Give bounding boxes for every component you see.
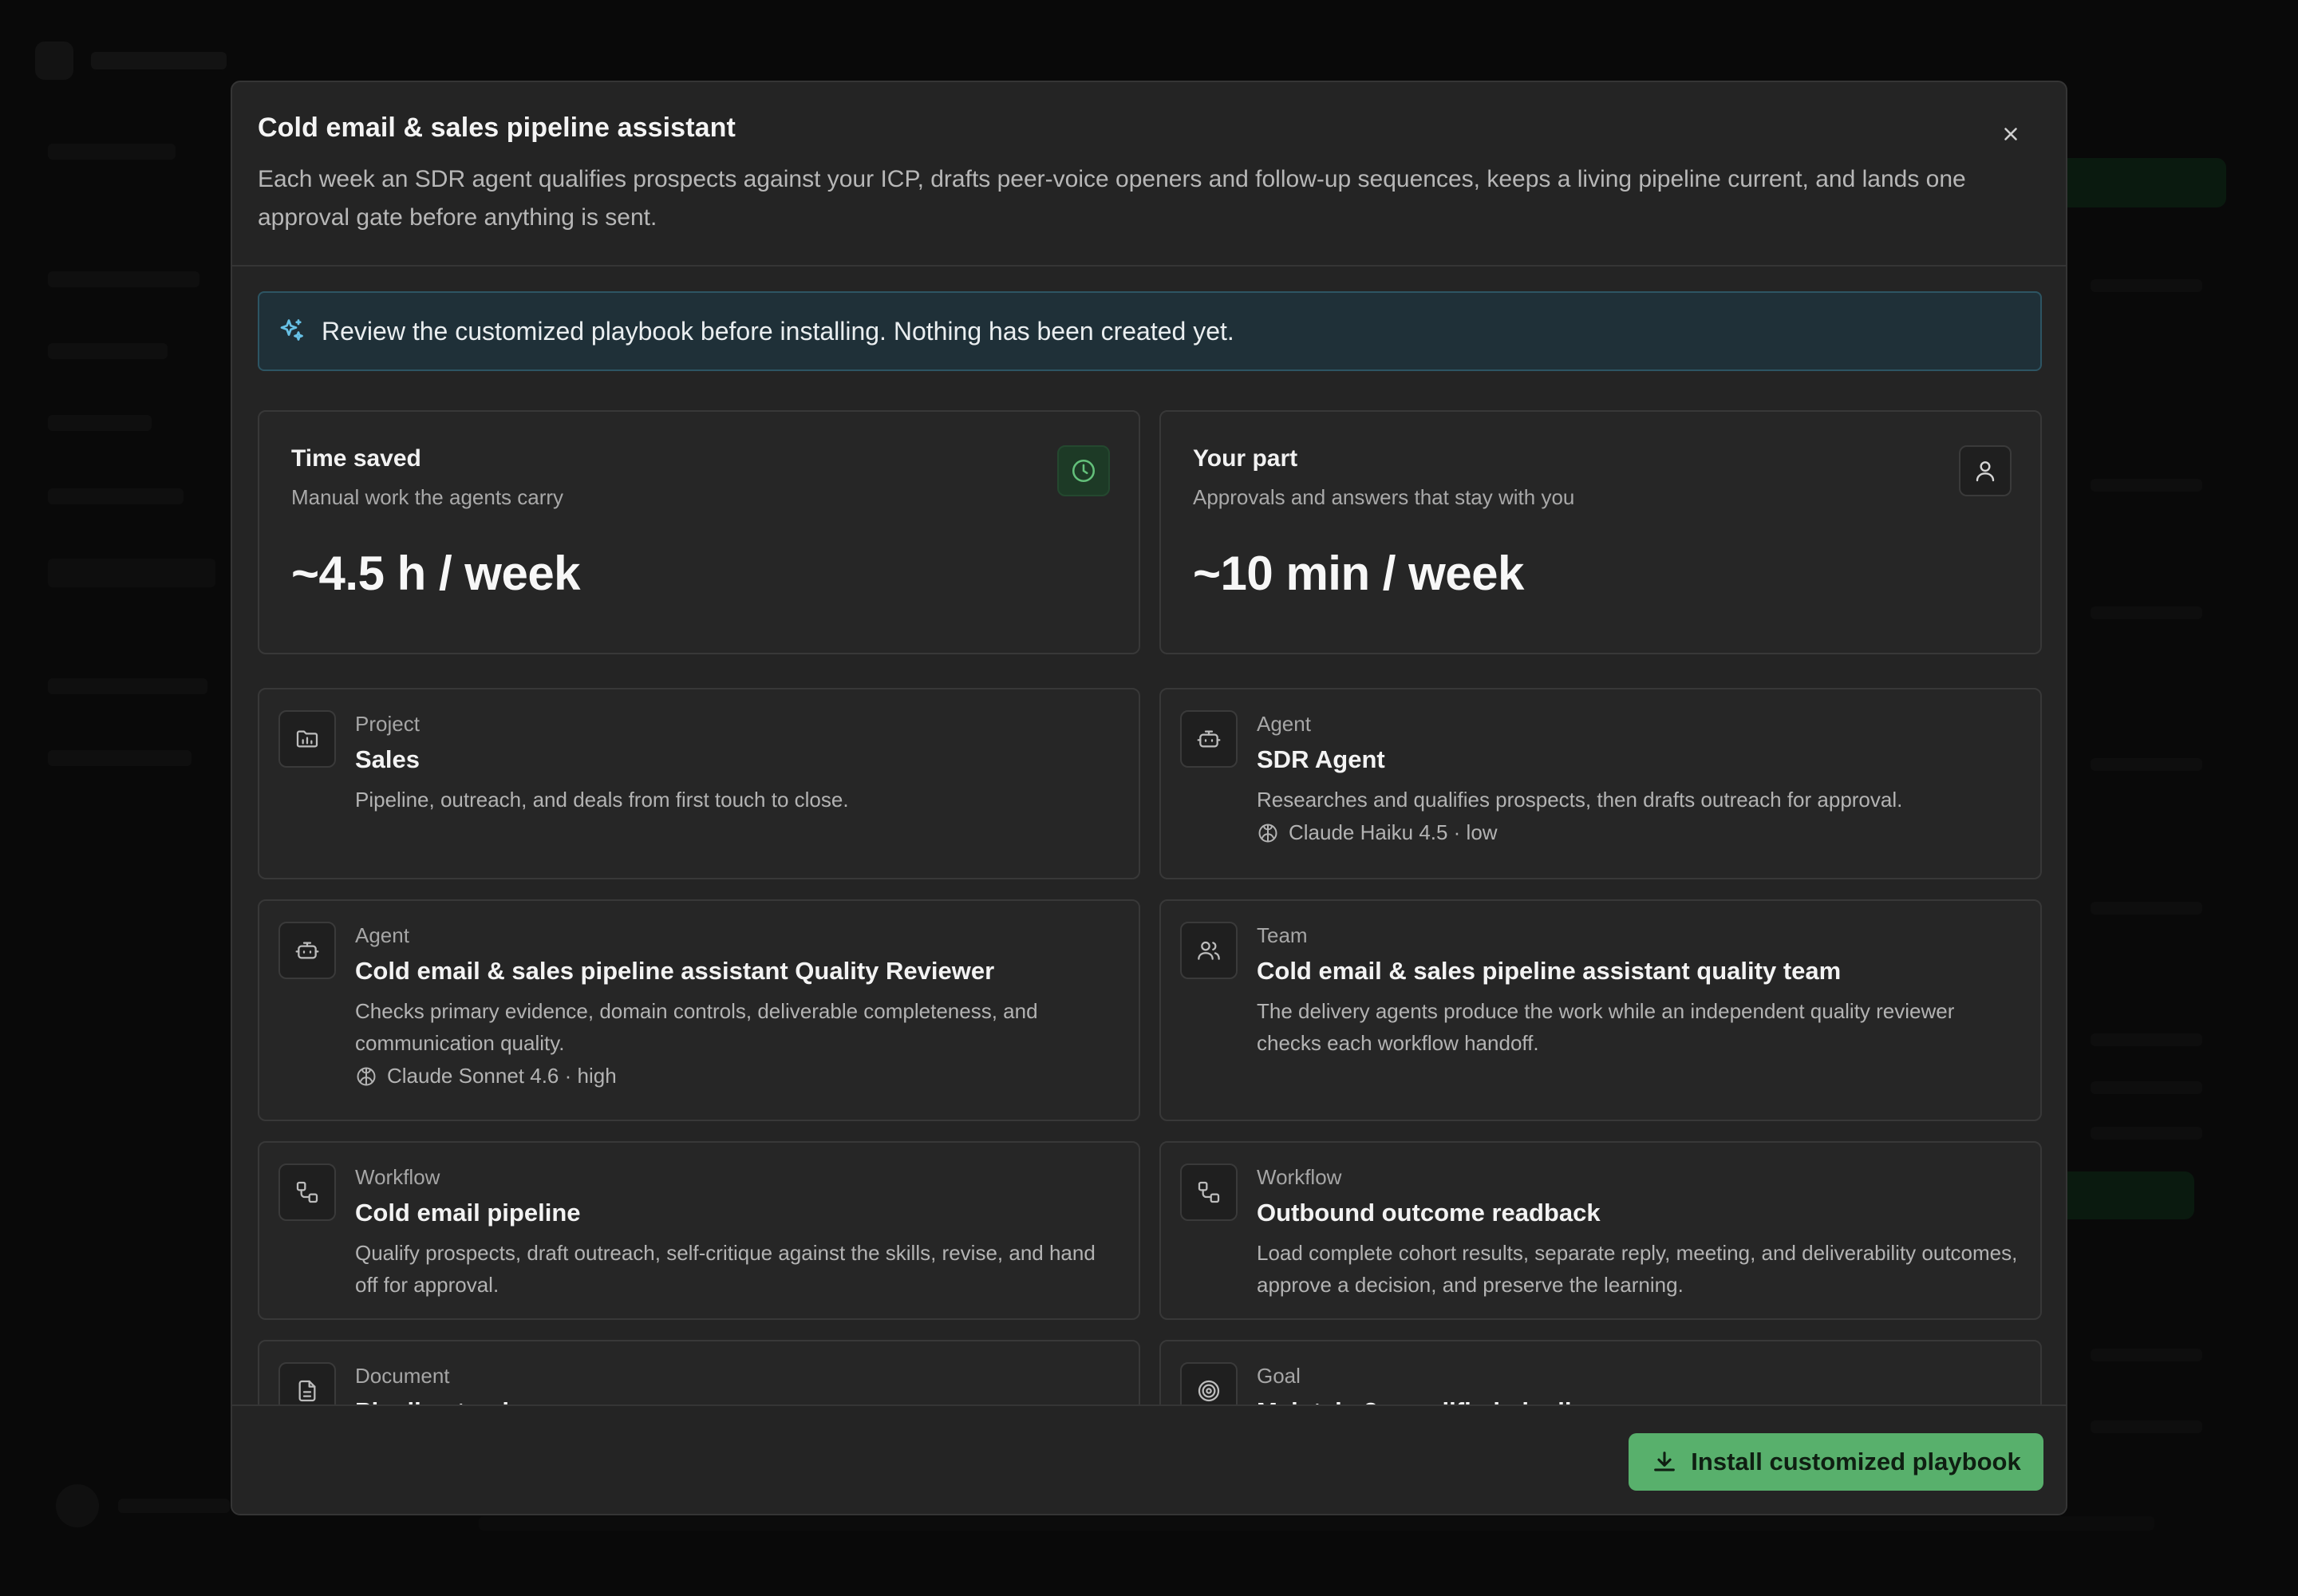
download-icon [1654, 1452, 1676, 1472]
item-icon-box [1180, 1163, 1238, 1221]
item-icon-box [1180, 710, 1238, 768]
item-type: Workflow [355, 1165, 440, 1189]
dialog-body[interactable]: Review the customized playbook before in… [232, 267, 2066, 1486]
item-name: Outbound outcome readback [1257, 1199, 1601, 1227]
time-saved-card: Time saved Manual work the agents carry … [258, 410, 1140, 654]
item-card-quality-reviewer: Agent Cold email & sales pipeline assist… [258, 899, 1140, 1121]
your-part-card: Your part Approvals and answers that sta… [1159, 410, 2042, 654]
item-name: Cold email pipeline [355, 1199, 581, 1227]
user-icon [1976, 461, 1995, 482]
item-icon-box [1180, 922, 1238, 979]
item-name: SDR Agent [1257, 745, 1385, 773]
item-type: Goal [1257, 1364, 1301, 1388]
stat-icon-box [1959, 445, 2012, 496]
item-icon-box [278, 1163, 336, 1221]
bot-icon [1197, 730, 1221, 748]
sparkles-icon [280, 319, 303, 341]
install-playbook-label: Install customized playbook [1691, 1448, 2021, 1476]
item-model-label: Claude Sonnet 4.6 · high [387, 1064, 617, 1088]
close-icon [2004, 128, 2017, 140]
dialog-description: Each week an SDR agent qualifies prospec… [258, 166, 1966, 231]
stat-subtitle: Manual work the agents carry [291, 485, 564, 509]
document-icon [298, 1380, 316, 1402]
item-type: Document [355, 1364, 450, 1388]
item-description: Checks primary evidence, domain controls… [355, 999, 1038, 1055]
stat-subtitle: Approvals and answers that stay with you [1193, 485, 1575, 509]
item-card-project: Project Sales Pipeline, outreach, and de… [258, 688, 1140, 879]
item-card-quality-team: Team Cold email & sales pipeline assista… [1159, 899, 2042, 1121]
item-description: Load complete cohort results, separate r… [1257, 1241, 2018, 1297]
item-icon-box [278, 922, 336, 979]
item-type: Agent [355, 923, 409, 947]
bot-icon [295, 942, 319, 959]
workflow-icon [1198, 1181, 1220, 1203]
folder-chart-icon [296, 730, 318, 748]
item-model: Claude Sonnet 4.6 · high [355, 1064, 617, 1088]
item-card-outbound-readback: Workflow Outbound outcome readback Load … [1159, 1141, 2042, 1320]
item-model-label: Claude Haiku 4.5 · low [1289, 820, 1498, 844]
close-button[interactable] [1992, 116, 2029, 152]
model-brain-icon [357, 1067, 376, 1085]
item-description: Qualify prospects, draft outreach, self-… [355, 1241, 1096, 1297]
review-notice: Review the customized playbook before in… [258, 291, 2042, 371]
stat-title: Your part [1193, 445, 1298, 472]
item-description: The delivery agents produce the work whi… [1257, 999, 1955, 1055]
dialog-footer: Install customized playbook [232, 1404, 2066, 1514]
dialog-title: Cold email & sales pipeline assistant [258, 113, 736, 143]
item-card-cold-email-pipeline: Workflow Cold email pipeline Qualify pro… [258, 1141, 1140, 1320]
stat-icon-box [1057, 445, 1110, 496]
stat-value: ~4.5 h / week [291, 547, 581, 600]
item-description: Researches and qualifies prospects, then… [1257, 788, 1903, 812]
item-type: Workflow [1257, 1165, 1342, 1189]
item-name: Cold email & sales pipeline assistant Qu… [355, 957, 995, 985]
item-type: Project [355, 712, 420, 736]
review-notice-text: Review the customized playbook before in… [322, 316, 1234, 346]
users-icon [1198, 941, 1220, 960]
item-card-sdr-agent: Agent SDR Agent Researches and qualifies… [1159, 688, 2042, 879]
item-type: Team [1257, 923, 1308, 947]
item-name: Cold email & sales pipeline assistant qu… [1257, 957, 1842, 985]
item-model: Claude Haiku 4.5 · low [1257, 820, 1498, 845]
install-playbook-button[interactable]: Install customized playbook [1629, 1433, 2043, 1491]
model-brain-icon [1258, 824, 1277, 842]
clock-icon [1072, 459, 1096, 483]
playbook-install-dialog: Cold email & sales pipeline assistant Ea… [231, 81, 2067, 1515]
workflow-icon [296, 1181, 318, 1203]
item-description: Pipeline, outreach, and deals from first… [355, 788, 849, 812]
dialog-header: Cold email & sales pipeline assistant Ea… [232, 82, 2066, 267]
item-name: Sales [355, 745, 421, 773]
item-icon-box [278, 710, 336, 768]
item-type: Agent [1257, 712, 1311, 736]
stat-value: ~10 min / week [1193, 547, 1524, 600]
stat-title: Time saved [291, 445, 421, 472]
target-icon [1198, 1380, 1220, 1402]
